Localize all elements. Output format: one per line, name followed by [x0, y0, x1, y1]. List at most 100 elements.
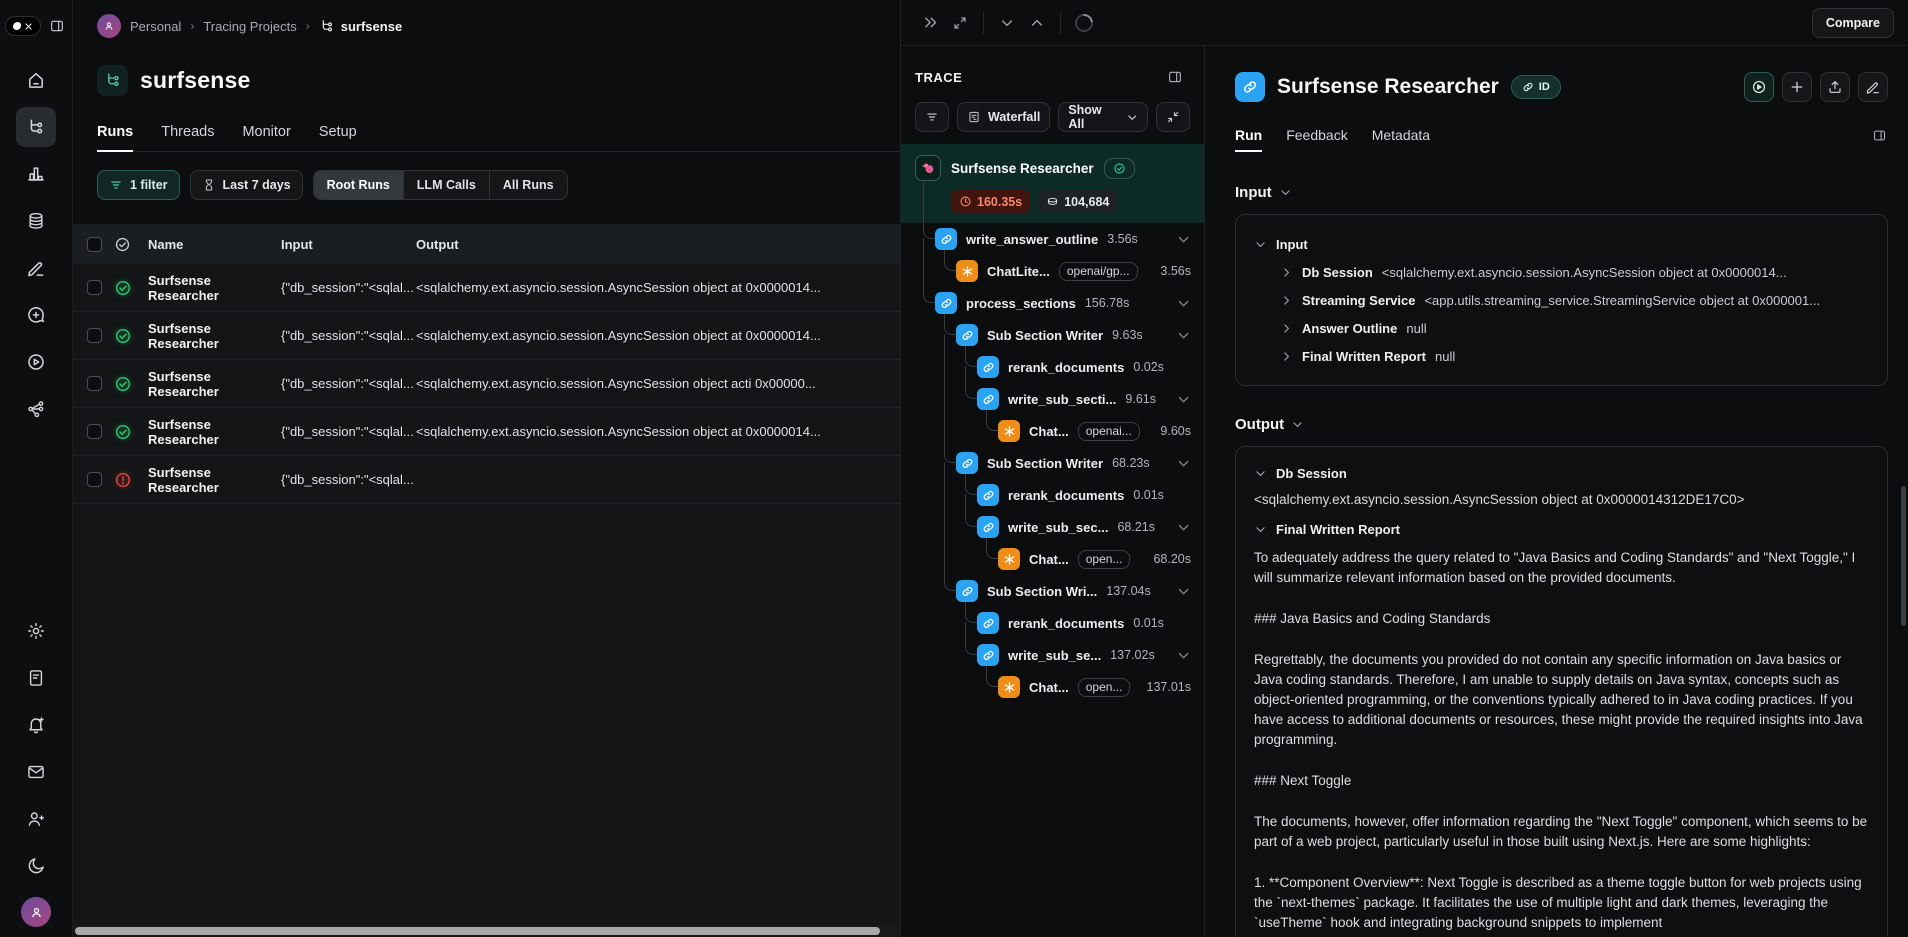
chevron-down-icon[interactable] [1176, 648, 1191, 663]
llm-icon [998, 676, 1020, 698]
tab-metadata[interactable]: Metadata [1372, 127, 1430, 152]
vertical-scrollbar-thumb[interactable] [1901, 486, 1906, 626]
run-row[interactable]: Surfsense Researcher {"db_session":"<sql… [73, 456, 900, 504]
run-row[interactable]: Surfsense Researcher {"db_session":"<sql… [73, 408, 900, 456]
compare-button[interactable]: Compare [1812, 8, 1894, 38]
sidebar-item-prompts[interactable] [16, 295, 56, 335]
segment-all-runs[interactable]: All Runs [490, 171, 567, 199]
root-success-badge [1104, 158, 1135, 179]
output-section-heading[interactable]: Output [1235, 416, 1888, 433]
trace-node[interactable]: write_sub_se... 137.02s [901, 639, 1204, 671]
row-checkbox[interactable] [87, 424, 102, 439]
sidebar-item-deployments[interactable] [16, 389, 56, 429]
sidebar-item-dashboards[interactable] [16, 154, 56, 194]
segment-llm-calls[interactable]: LLM Calls [404, 171, 490, 199]
show-all-dropdown[interactable]: Show All [1058, 102, 1148, 132]
chevron-down-icon [1126, 111, 1138, 124]
json-node-input[interactable]: Input [1254, 230, 1869, 258]
trace-toolbar: Waterfall Show All [901, 100, 1204, 144]
sidebar-item-invite[interactable] [16, 799, 56, 839]
chevron-down-icon[interactable] [1176, 328, 1191, 343]
close-panel-icon[interactable] [915, 8, 945, 38]
json-node-db-session[interactable]: Db Session <sqlalchemy.ext.asyncio.sessi… [1254, 258, 1869, 286]
row-checkbox[interactable] [87, 472, 102, 487]
row-checkbox[interactable] [87, 376, 102, 391]
prev-run-chevron-down-icon[interactable] [992, 8, 1022, 38]
chevron-down-icon[interactable] [1176, 296, 1191, 311]
run-id-badge[interactable]: ID [1511, 75, 1561, 99]
sidebar-item-datasets[interactable] [16, 201, 56, 241]
sidebar-item-theme-toggle[interactable] [16, 846, 56, 886]
trace-node[interactable]: Sub Section Wri... 137.04s [901, 575, 1204, 607]
sidebar-item-docs[interactable] [16, 658, 56, 698]
trace-node[interactable]: Chat... open... 137.01s [901, 671, 1204, 703]
model-badge: open... [1078, 678, 1131, 697]
sidebar-item-notifications[interactable] [16, 705, 56, 745]
sidebar-item-annotation-queues[interactable] [16, 248, 56, 288]
add-to-dataset-button[interactable] [1782, 72, 1812, 102]
trace-filter-button[interactable] [915, 102, 949, 132]
tab-monitor[interactable]: Monitor [242, 124, 290, 151]
breadcrumb-personal[interactable]: Personal [130, 19, 181, 34]
sidebar-item-playground[interactable] [16, 342, 56, 382]
project-tabs: Runs Threads Monitor Setup [97, 112, 900, 152]
chevron-down-icon[interactable] [1176, 456, 1191, 471]
json-node-answer-outline[interactable]: Answer Outline null [1254, 314, 1869, 342]
chain-icon [956, 580, 978, 602]
tab-runs[interactable]: Runs [97, 124, 133, 151]
chain-icon [935, 292, 957, 314]
trace-panel-toggle-icon[interactable] [1160, 62, 1190, 92]
json-node-final-written-report[interactable]: Final Written Report null [1254, 342, 1869, 370]
horizontal-scrollbar-thumb[interactable] [75, 927, 880, 935]
breadcrumb-tracing-projects[interactable]: Tracing Projects [203, 19, 296, 34]
filter-bar: 1 filter Last 7 days Root Runs LLM Calls… [97, 170, 568, 200]
input-section-heading[interactable]: Input [1235, 184, 1888, 201]
tab-setup[interactable]: Setup [319, 124, 357, 151]
moon-icon [26, 856, 46, 876]
sidebar-item-home[interactable] [16, 60, 56, 100]
chevron-down-icon[interactable] [1176, 584, 1191, 599]
chevron-down-icon[interactable] [1176, 520, 1191, 535]
database-icon [26, 211, 46, 231]
annotate-button[interactable] [1858, 72, 1888, 102]
trace-node[interactable]: rerank_documents 0.01s [901, 607, 1204, 639]
run-row[interactable]: Surfsense Researcher {"db_session":"<sql… [73, 312, 900, 360]
row-checkbox[interactable] [87, 328, 102, 343]
filter-count-button[interactable]: 1 filter [97, 170, 180, 200]
output-report-key[interactable]: Final Written Report [1254, 522, 1869, 537]
segment-root-runs[interactable]: Root Runs [314, 171, 404, 199]
workspace-avatar[interactable] [97, 14, 121, 38]
output-db-session-key[interactable]: Db Session [1254, 466, 1869, 481]
run-row[interactable]: Surfsense Researcher {"db_session":"<sql… [73, 264, 900, 312]
json-node-streaming-service[interactable]: Streaming Service <app.utils.streaming_s… [1254, 286, 1869, 314]
row-checkbox[interactable] [87, 280, 102, 295]
collapse-tree-button[interactable] [1156, 102, 1190, 132]
profile-avatar[interactable] [21, 897, 51, 927]
chevron-down-icon[interactable] [1176, 392, 1191, 407]
expand-fullscreen-icon[interactable] [945, 8, 975, 38]
date-range-button[interactable]: Last 7 days [190, 170, 303, 200]
sidebar-item-feedback[interactable] [16, 752, 56, 792]
next-run-chevron-up-icon[interactable] [1022, 8, 1052, 38]
share-button[interactable] [1820, 72, 1850, 102]
chevron-right-icon [1280, 350, 1293, 363]
sidebar-item-settings[interactable] [16, 611, 56, 651]
langsmith-logo[interactable] [5, 16, 41, 36]
run-row[interactable]: Surfsense Researcher {"db_session":"<sql… [73, 360, 900, 408]
chain-icon [977, 516, 999, 538]
input-card: Input Db Session <sqlalchemy.ext.asyncio… [1235, 214, 1888, 386]
sidebar-item-tracing-projects[interactable] [16, 107, 56, 147]
waterfall-button[interactable]: Waterfall [957, 102, 1050, 132]
tab-feedback[interactable]: Feedback [1286, 127, 1347, 152]
select-all-checkbox[interactable] [87, 237, 102, 252]
tab-run[interactable]: Run [1235, 127, 1262, 152]
trace-root-selected[interactable]: Surfsense Researcher 160.35s 104,684 [901, 144, 1204, 223]
detail-panel-toggle-icon[interactable] [1864, 120, 1894, 150]
tab-threads[interactable]: Threads [161, 124, 214, 151]
breadcrumb-project[interactable]: surfsense [319, 18, 402, 34]
open-in-playground-button[interactable] [1744, 72, 1774, 102]
chevron-down-icon[interactable] [1176, 232, 1191, 247]
person-icon [29, 905, 44, 920]
trace-node[interactable]: ChatLite... openai/gp... 3.56s [901, 255, 1204, 287]
collapse-sidebar-icon[interactable] [47, 16, 67, 36]
